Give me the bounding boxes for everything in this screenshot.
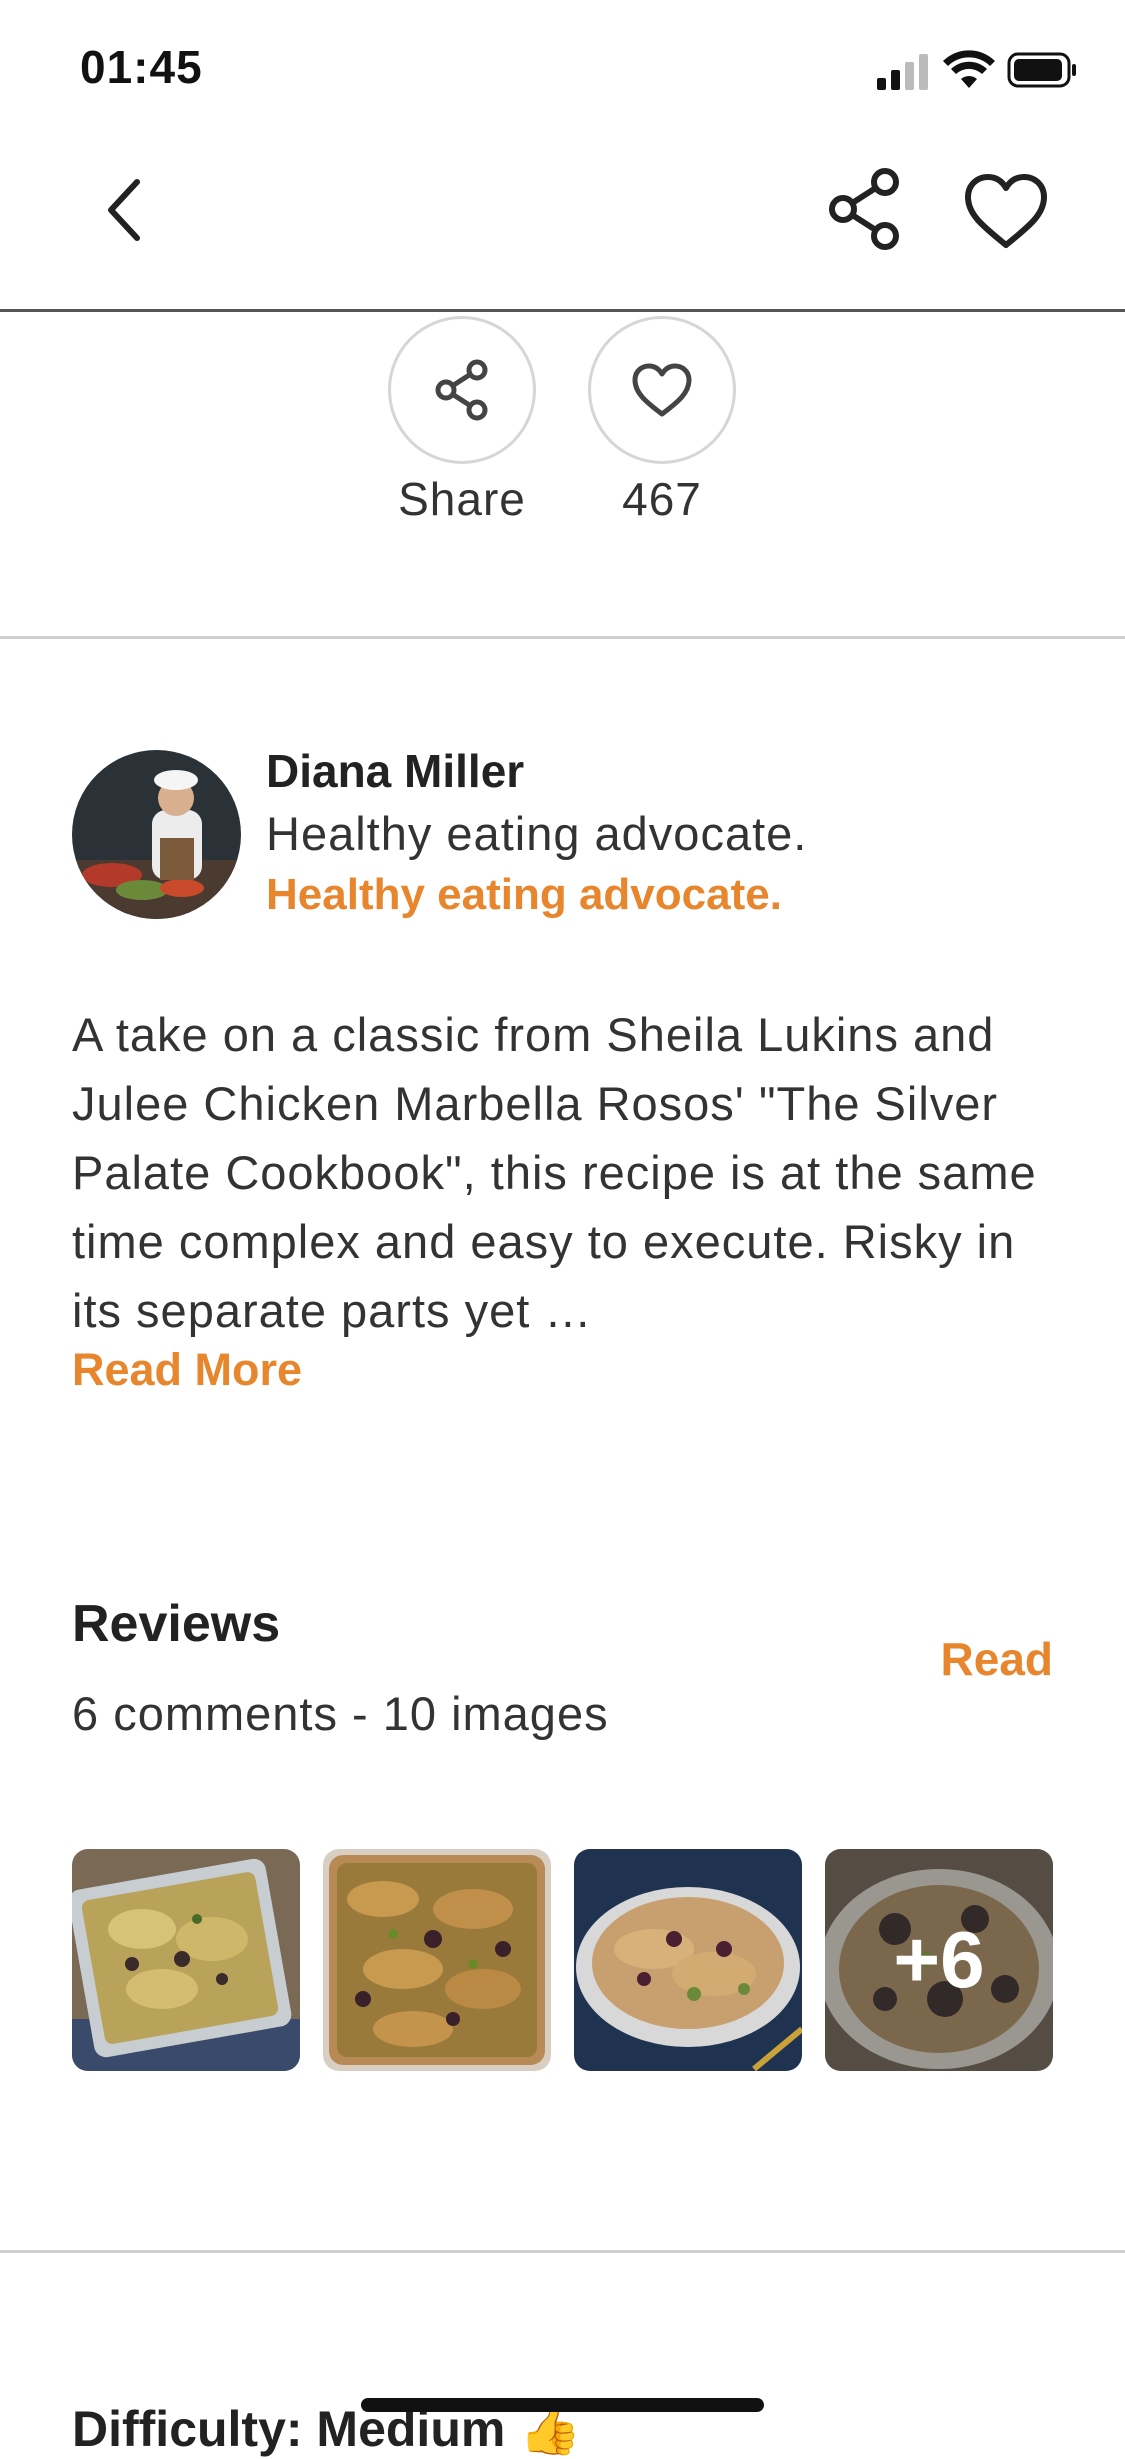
favorite-button[interactable] [958, 166, 1054, 256]
author-name[interactable]: Diana Miller [266, 744, 524, 798]
more-images-count: +6 [825, 1849, 1053, 2071]
reviews-title: Reviews [72, 1595, 281, 1653]
status-time: 01:45 [80, 41, 203, 93]
review-image[interactable] [574, 1849, 802, 2071]
wifi-icon [943, 50, 995, 88]
nav-divider [0, 309, 1125, 312]
signal-icon [877, 54, 928, 90]
like-count: 467 [622, 473, 702, 525]
share-label: Share [398, 473, 526, 525]
share-icon [829, 168, 899, 250]
author-bio-highlight: Healthy eating advocate. [266, 870, 782, 919]
review-image[interactable] [323, 1849, 551, 2071]
reviews-summary: 6 comments - 10 images [72, 1687, 609, 1740]
battery-icon [1007, 52, 1076, 88]
share-icon [435, 359, 488, 421]
review-image[interactable] [72, 1849, 300, 2071]
recipe-description: A take on a classic from Sheila Lukins a… [72, 1008, 1037, 1337]
section-divider [0, 636, 1125, 639]
reviews-read-link[interactable]: Read [941, 1632, 1053, 1686]
home-indicator[interactable] [361, 2398, 764, 2412]
read-more-link[interactable]: Read More [72, 1344, 302, 1396]
author-bio: Healthy eating advocate. [266, 807, 808, 860]
heart-icon [632, 363, 692, 417]
like-circle-button[interactable] [588, 316, 736, 464]
chevron-left-icon [108, 179, 140, 241]
back-button[interactable] [90, 170, 160, 250]
status-icons [877, 48, 1077, 92]
share-button[interactable] [820, 164, 910, 254]
share-circle-button[interactable] [388, 316, 536, 464]
section-divider [0, 2250, 1125, 2253]
heart-icon [965, 174, 1047, 248]
review-image-more[interactable]: +6 [825, 1849, 1053, 2071]
avatar[interactable] [72, 750, 241, 919]
